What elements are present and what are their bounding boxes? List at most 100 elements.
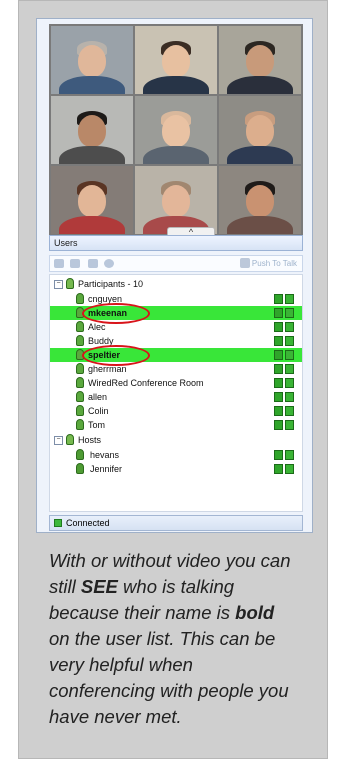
figure-caption: With or without video you can still SEE … [49,548,299,730]
video-status-icon[interactable] [274,364,283,374]
participant-name: WiredRed Conference Room [88,378,204,388]
user-icon [76,377,84,388]
users-section-title: Users [54,238,78,248]
audio-status-icon[interactable] [285,308,294,318]
participant-video-tile[interactable] [219,96,301,164]
microphone-icon [239,258,250,268]
participant-row[interactable]: cnguyen [50,292,302,306]
status-bar: Connected [49,515,303,531]
media-status [274,392,294,402]
chat-icon[interactable] [88,259,98,268]
video-status-icon[interactable] [274,464,283,474]
video-status-icon[interactable] [274,378,283,388]
participant-video-tile[interactable] [51,26,133,94]
host-user-icon [76,463,84,474]
camera-icon[interactable] [70,259,80,268]
video-status-icon[interactable] [274,350,283,360]
video-status-icon[interactable] [274,308,283,318]
participant-video-tile[interactable] [219,26,301,94]
participants-group-label: Participants - 10 [78,279,144,289]
video-status-icon[interactable] [274,406,283,416]
participants-group[interactable]: − Participants - 10 [50,277,302,291]
hosts-group[interactable]: − Hosts [50,433,302,447]
participant-video-tile[interactable] [135,96,217,164]
users-section-header[interactable]: Users [49,235,303,251]
video-status-icon[interactable] [274,450,283,460]
participant-row[interactable]: allen [50,390,302,404]
user-icon [76,335,84,346]
group-icon [66,434,74,445]
video-status-icon[interactable] [274,420,283,430]
audio-status-icon[interactable] [285,322,294,332]
participant-row[interactable]: Buddy [50,334,302,348]
highlight-circle [82,303,150,324]
host-name: Jennifer [90,464,123,474]
host-user-icon [76,449,84,460]
audio-status-icon[interactable] [285,392,294,402]
caption-emphasis-bold: bold [235,602,275,623]
media-status [274,308,294,318]
user-icon [76,419,84,430]
collapse-toggle-icon[interactable]: − [54,280,63,289]
media-status [274,350,294,360]
video-grid: ^ [49,24,303,239]
users-toolbar: Push To Talk [49,255,303,272]
audio-status-icon[interactable] [285,378,294,388]
media-status [274,364,294,374]
user-tree: − Participants - 10 cnguyen mkeenan Alec [49,274,303,512]
host-row[interactable]: Jennifer [50,462,302,476]
video-status-icon[interactable] [274,336,283,346]
push-to-talk-label: Push To Talk [251,259,297,268]
user-icon [76,321,84,332]
participant-video-tile[interactable] [135,26,217,94]
caption-emphasis-see: SEE [80,576,118,597]
user-icon [76,391,84,402]
participant-row[interactable]: Alec [50,320,302,334]
figure-panel: ^ Users Push To Talk − Participants - 10… [18,0,328,759]
audio-status-icon[interactable] [285,406,294,416]
group-icon [66,278,74,289]
audio-status-icon[interactable] [285,420,294,430]
participant-name: Tom [88,420,106,430]
caption-text-3: on the user list. This can be very helpf… [49,628,289,727]
audio-status-icon[interactable] [285,336,294,346]
media-status [274,450,294,460]
participant-video-tile[interactable] [135,166,217,234]
video-status-icon[interactable] [274,322,283,332]
host-row[interactable]: hevans [50,448,302,462]
push-to-talk-button[interactable]: Push To Talk [239,258,297,268]
collapse-toggle-icon[interactable]: − [54,436,63,445]
media-status [274,406,294,416]
audio-status-icon[interactable] [285,350,294,360]
toolbar-grip-icon [54,259,64,268]
audio-status-icon[interactable] [285,364,294,374]
user-icon [76,363,84,374]
media-status [274,420,294,430]
audio-status-icon[interactable] [285,294,294,304]
participant-video-tile[interactable] [51,166,133,234]
participant-row[interactable]: Tom [50,418,302,432]
conference-app-window: ^ Users Push To Talk − Participants - 10… [36,18,313,533]
hosts-group-label: Hosts [78,435,102,445]
connected-status-icon [54,519,62,527]
media-status [274,294,294,304]
participant-video-tile[interactable] [51,96,133,164]
host-name: hevans [90,450,120,460]
participant-name: Colin [88,406,109,416]
user-icon [76,293,84,304]
participant-row[interactable]: WiredRed Conference Room [50,376,302,390]
media-status [274,336,294,346]
status-text: Connected [66,518,110,528]
media-status [274,322,294,332]
highlight-circle [82,345,150,366]
media-status [274,464,294,474]
participant-row[interactable]: gherrman [50,362,302,376]
participant-row[interactable]: Colin [50,404,302,418]
audio-status-icon[interactable] [285,464,294,474]
user-info-icon[interactable] [104,259,114,268]
media-status [274,378,294,388]
audio-status-icon[interactable] [285,450,294,460]
video-status-icon[interactable] [274,392,283,402]
participant-video-tile[interactable] [219,166,301,234]
video-status-icon[interactable] [274,294,283,304]
